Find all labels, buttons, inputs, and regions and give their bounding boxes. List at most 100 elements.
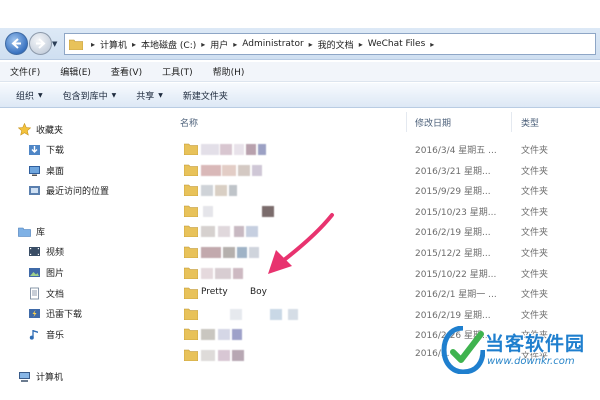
obscured-name-block [215,185,227,197]
nav-music[interactable]: 音乐 [28,326,64,342]
nav-recent-places[interactable]: 最近访问的位置 [28,182,109,198]
back-button[interactable] [5,32,28,55]
menu-edit[interactable]: 编辑(E) [60,65,91,78]
folder-row[interactable]: 2015/10/23 星期... 文件夹 [170,201,600,221]
include-in-library-button[interactable]: 包含到库中 ▼ [63,89,117,102]
folder-icon [184,164,198,176]
folder-type: 文件夹 [521,187,549,198]
share-button[interactable]: 共享 ▼ [136,89,163,102]
recent-places-icon [28,184,41,197]
folder-type: 文件夹 [521,249,549,259]
nav-downloads[interactable]: 下载 [28,141,64,157]
folder-icon [184,349,198,361]
obscured-name-block [223,247,235,258]
column-header-name[interactable]: 名称 [170,112,407,132]
crumb-separator: ▸ [308,39,313,49]
folder-modified-date: 2016/3/21 星期... [415,166,491,177]
menu-view[interactable]: 查看(V) [111,65,142,78]
folder-row[interactable]: 2016/3/21 星期... 文件夹 [170,160,600,180]
chevron-down-icon: ▼ [38,91,43,99]
nav-music-label: 音乐 [46,330,65,341]
folder-name-part: Boy [250,287,268,298]
folder-row[interactable]: 2015/12/2 星期... 文件夹 [170,242,600,262]
nav-documents-label: 文档 [46,289,65,300]
column-header-date[interactable]: 修改日期 [407,112,512,132]
obscured-name-block [220,144,232,155]
folder-icon [184,267,198,279]
breadcrumb-wechat-files[interactable]: WeChat Files [368,39,426,49]
obscured-name-block [258,144,266,155]
folder-icon [184,287,198,300]
folder-icon [184,308,198,320]
obscured-name-block [232,329,242,341]
arrow-right-icon [36,38,46,49]
folder-icon [184,205,198,217]
new-folder-button[interactable]: 新建文件夹 [183,89,228,102]
obscured-name-block [218,350,230,361]
folder-row[interactable]: 2016/2/19 星期... 文件夹 [170,304,600,324]
folder-row[interactable]: 2015/9/29 星期... 文件夹 [170,180,600,200]
downloads-folder-icon [28,143,41,156]
nav-videos-label: 视频 [46,247,65,258]
nav-thunder-label: 迅雷下载 [46,309,83,320]
pictures-icon [28,266,41,279]
folder-icon [69,39,83,50]
breadcrumb-my-documents[interactable]: 我的文档 [318,38,354,51]
obscured-name-block [201,267,213,279]
history-dropdown-icon[interactable]: ▼ [52,40,57,48]
nav-libraries[interactable]: 库 [18,223,45,239]
downkr-logo-icon [441,326,485,374]
breadcrumb-local-disk[interactable]: 本地磁盘 (C:) [141,38,196,51]
crumb-separator: ▸ [132,39,137,49]
chevron-down-icon: ▼ [158,91,163,99]
obscured-name-block [234,226,244,238]
menu-bar: 文件(F) 编辑(E) 查看(V) 工具(T) 帮助(H) [0,62,600,82]
menu-tools[interactable]: 工具(T) [162,65,193,78]
obscured-name-block [203,205,213,217]
menu-help[interactable]: 帮助(H) [213,65,245,78]
nav-documents[interactable]: 文档 [28,285,64,301]
obscured-name-block [232,350,244,361]
nav-recent-label: 最近访问的位置 [46,186,110,197]
obscured-name-block [201,226,215,238]
obscured-name-block [233,267,243,279]
folder-row[interactable]: 2016/2/19 星期... 文件夹 [170,221,600,241]
nav-favorites[interactable]: 收藏夹 [18,121,63,137]
nav-videos[interactable]: 视频 [28,243,64,259]
obscured-name-block [215,267,231,279]
watermark: 当客软件园 www.downkr.com [441,324,600,380]
nav-pictures-label: 图片 [46,268,65,279]
watermark-title: 当客软件园 [485,333,586,355]
documents-icon [28,287,41,300]
breadcrumb-administrator[interactable]: Administrator [242,39,303,49]
nav-desktop[interactable]: 桌面 [28,162,64,178]
breadcrumb-computer[interactable]: 计算机 [100,38,127,51]
folder-name-part: Pretty [201,287,228,298]
chevron-down-icon: ▼ [111,91,117,99]
column-header-type[interactable]: 类型 [512,112,600,132]
folder-row[interactable]: 2015/10/22 星期... 文件夹 [170,263,600,283]
menu-file[interactable]: 文件(F) [10,65,40,78]
folder-modified-date: 2015/10/22 星期... [415,269,497,280]
forward-button[interactable] [29,32,52,55]
obscured-name-block [201,350,215,361]
nav-computer[interactable]: 计算机 [18,368,63,384]
organize-button[interactable]: 组织 ▼ [16,89,43,102]
arrow-left-icon [11,38,21,49]
folder-modified-date: 2015/9/29 星期... [415,187,491,198]
nav-downloads-label: 下载 [46,145,65,156]
folder-modified-date: 2016/2/19 星期... [415,310,491,321]
share-label: 共享 [136,91,155,102]
nav-thunder-downloads[interactable]: 迅雷下载 [28,305,82,321]
address-input[interactable]: ▸ 计算机 ▸ 本地磁盘 (C:) ▸ 用户 ▸ Administrator ▸… [64,33,596,55]
breadcrumb-users[interactable]: 用户 [210,38,228,51]
obscured-name-block [222,164,236,176]
nav-computer-label: 计算机 [36,372,64,383]
folder-row[interactable]: 2016/3/4 星期五 ... 文件夹 [170,139,600,159]
folder-modified-date: 2016/2/19 星期... [415,228,491,239]
folder-row[interactable]: Pretty Boy 2016/2/1 星期一 ... 文件夹 [170,283,600,303]
obscured-name-block [246,144,256,155]
folder-icon [184,226,198,238]
annotation-arrow-icon [268,213,334,274]
nav-pictures[interactable]: 图片 [28,264,64,280]
